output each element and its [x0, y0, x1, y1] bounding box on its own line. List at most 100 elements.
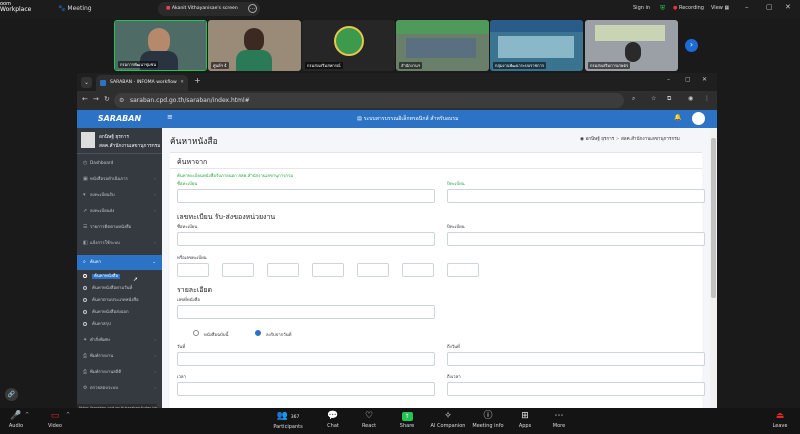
register-year-input[interactable] [447, 189, 705, 203]
tab-title: SARABAN - INFOMA workflow [110, 80, 177, 85]
video-tile[interactable]: กลุ่มงานพัฒนาระบบราชการ [490, 20, 583, 71]
regno-part-5[interactable] [357, 263, 389, 277]
info-label: Meeting info [472, 423, 504, 429]
radio-this-doc[interactable] [193, 330, 199, 336]
chat-button[interactable]: 💬 Chat [315, 410, 351, 429]
regno-part-6[interactable] [402, 263, 434, 277]
hamburger-icon[interactable]: ≡ [167, 113, 173, 121]
url-input[interactable]: ⚙ saraban.cpd.go.th/saraban/index.html# [114, 93, 624, 108]
scrollbar-thumb[interactable] [711, 138, 716, 298]
apps-button[interactable]: ⊞ Apps [507, 410, 543, 429]
browser-menu-icon[interactable]: ⋮ [704, 95, 710, 102]
sidebar-item-tracking[interactable]: ☰ รายการติดตามหนังสือ [77, 220, 162, 235]
apps-label: Apps [518, 423, 532, 429]
date-from-input[interactable] [177, 352, 435, 366]
leave-button[interactable]: ⏏ Leave [762, 410, 798, 429]
share-button[interactable]: ↑ Share [389, 410, 425, 429]
register-name-input-2[interactable] [177, 232, 435, 246]
date-to-input[interactable] [447, 352, 705, 366]
sign-in-link[interactable]: Sign in [633, 5, 650, 11]
meeting-menu[interactable]: 🐾 Meeting [58, 5, 92, 12]
sidebar-item-register-in[interactable]: ▾ ลงทะเบียนรับ ‹ [77, 188, 162, 203]
sidebar-subitem-search-date[interactable]: ค้นหาหนังสือตามวันที่ [83, 285, 132, 293]
regno-part-1[interactable] [177, 263, 209, 277]
video-options-icon[interactable]: ^ [66, 412, 70, 418]
forward-icon[interactable]: → [93, 95, 99, 103]
link-icon[interactable]: 🔗 [5, 388, 18, 401]
profile-icon[interactable]: ◉ [688, 95, 693, 102]
participants-label: Participants [273, 424, 303, 430]
leave-label: Leave [772, 423, 788, 429]
restore-icon[interactable]: ▢ [766, 3, 773, 11]
sidebar-item-check[interactable]: ⚙ ตรวจสอบระบบ ‹ [77, 381, 162, 396]
bolt-icon: ✦ [83, 337, 88, 343]
breadcrumb-user[interactable]: อกนิษฐ์ ยุรการ [585, 137, 614, 142]
sidebar-item-dashboard[interactable]: ◴ Dashboard [77, 156, 162, 171]
sidebar-subitem-search-summary[interactable]: ค้นหาสรุป [83, 321, 111, 329]
recording-indicator[interactable]: ● Recording [673, 5, 704, 11]
video-tile[interactable]: สำนักงานฯ [396, 20, 489, 71]
extensions-icon[interactable]: ⧉ [667, 95, 671, 103]
bookmark-icon[interactable]: ☆ [651, 95, 656, 102]
sidebar-item-notice[interactable]: ◧ แจ้งการใช้ระบบ ‹ [77, 236, 162, 251]
view-menu[interactable]: View ▦ [711, 5, 729, 11]
reload-icon[interactable]: ↻ [104, 95, 110, 103]
logo-icon [334, 26, 364, 56]
react-button[interactable]: ♡ React [351, 410, 387, 429]
more-button[interactable]: ⋯ More [541, 410, 577, 429]
sidebar-subitem-search-type[interactable]: ค้นหาตามประเภทหนังสือ [83, 297, 139, 305]
participants-button[interactable]: 👥 367 Participants [268, 410, 308, 430]
audio-options-icon[interactable]: ^ [25, 412, 29, 418]
user-avatar[interactable] [692, 112, 705, 125]
zoom-page-icon[interactable]: ⌕ [632, 95, 635, 103]
regno-part-7[interactable] [447, 263, 479, 277]
video-tile[interactable]: กรมการพัฒนาชุมชน [114, 20, 207, 71]
tab-search-icon[interactable]: ⌄ [81, 77, 92, 88]
video-tile[interactable]: ศูนย์ฯ 4 [208, 20, 301, 71]
page-scrollbar[interactable] [710, 128, 717, 413]
user-circle-icon: ◉ [580, 137, 585, 142]
time-from-input[interactable] [177, 382, 435, 396]
notification-icon[interactable]: 🔔 [674, 114, 681, 121]
sidebar-item-special[interactable]: ✦ คำสั่งพิเศษ ‹ [77, 333, 162, 348]
sidebar-item-stats[interactable]: ⎙ พิมพ์รายงานสถิติ ‹ [77, 365, 162, 380]
radio-label: หนังสือฉบับนี้ [204, 333, 229, 338]
sidebar-item-report[interactable]: ⎙ พิมพ์รายงาน ‹ [77, 349, 162, 364]
participant-face [625, 42, 641, 62]
banner-area [490, 20, 583, 32]
new-tab-icon[interactable]: + [194, 76, 201, 85]
sidebar-item-label: รายการติดตามหนังสือ [90, 225, 132, 230]
tab-close-icon[interactable]: ✕ [180, 75, 184, 91]
dashboard-icon: ◴ [83, 160, 88, 166]
sidebar-subitem-search-doc[interactable]: ค้นหาหนังสือ [83, 273, 121, 281]
video-tile[interactable]: กรมส่งเสริมสหกรณ์ [302, 20, 395, 71]
time-to-input[interactable] [447, 382, 705, 396]
user-panel[interactable]: อกนิษฐ์ ยุรการ สลค.สำนักงานเลขานุการกรม [77, 128, 162, 154]
site-info-icon[interactable]: ⚙ [119, 93, 124, 108]
video-tile[interactable]: กรมส่งเสริมการเกษตร [585, 20, 678, 71]
restore-icon[interactable]: ▢ [685, 76, 691, 83]
share-options-icon[interactable]: … [248, 4, 257, 13]
doc-number-input[interactable] [177, 305, 435, 319]
sidebar-item-register-out[interactable]: ➚ ลงทะเบียนส่ง ‹ [77, 204, 162, 219]
regno-part-3[interactable] [267, 263, 299, 277]
regno-part-4[interactable] [312, 263, 344, 277]
close-icon[interactable]: ✕ [785, 3, 791, 11]
meeting-info-button[interactable]: ⓘ Meeting info [468, 410, 508, 429]
minimize-icon[interactable]: – [667, 76, 670, 83]
sidebar-item-search[interactable]: ⌕ ค้นหา ⌄ [77, 255, 162, 270]
back-icon[interactable]: ← [82, 95, 88, 103]
chevron-left-icon: ‹ [154, 386, 156, 391]
minimize-icon[interactable]: – [745, 3, 749, 11]
close-icon[interactable]: ✕ [702, 76, 707, 83]
chevron-left-icon: ‹ [154, 338, 156, 343]
regno-part-2[interactable] [222, 263, 254, 277]
radio-received-date[interactable] [255, 330, 261, 336]
register-year-input-2[interactable] [447, 232, 705, 246]
ai-companion-button[interactable]: ✧ AI Companion [428, 410, 468, 429]
sidebar-item-pending[interactable]: ▣ หนังสือรอดำเนินการ ‹ [77, 172, 162, 187]
register-name-input[interactable] [177, 189, 435, 203]
sidebar-subitem-search-out[interactable]: ค้นหาหนังสือส่งออก [83, 309, 129, 317]
browser-tab[interactable]: SARABAN - INFOMA workflow ✕ [96, 75, 188, 91]
next-page-icon[interactable]: › [685, 39, 698, 52]
